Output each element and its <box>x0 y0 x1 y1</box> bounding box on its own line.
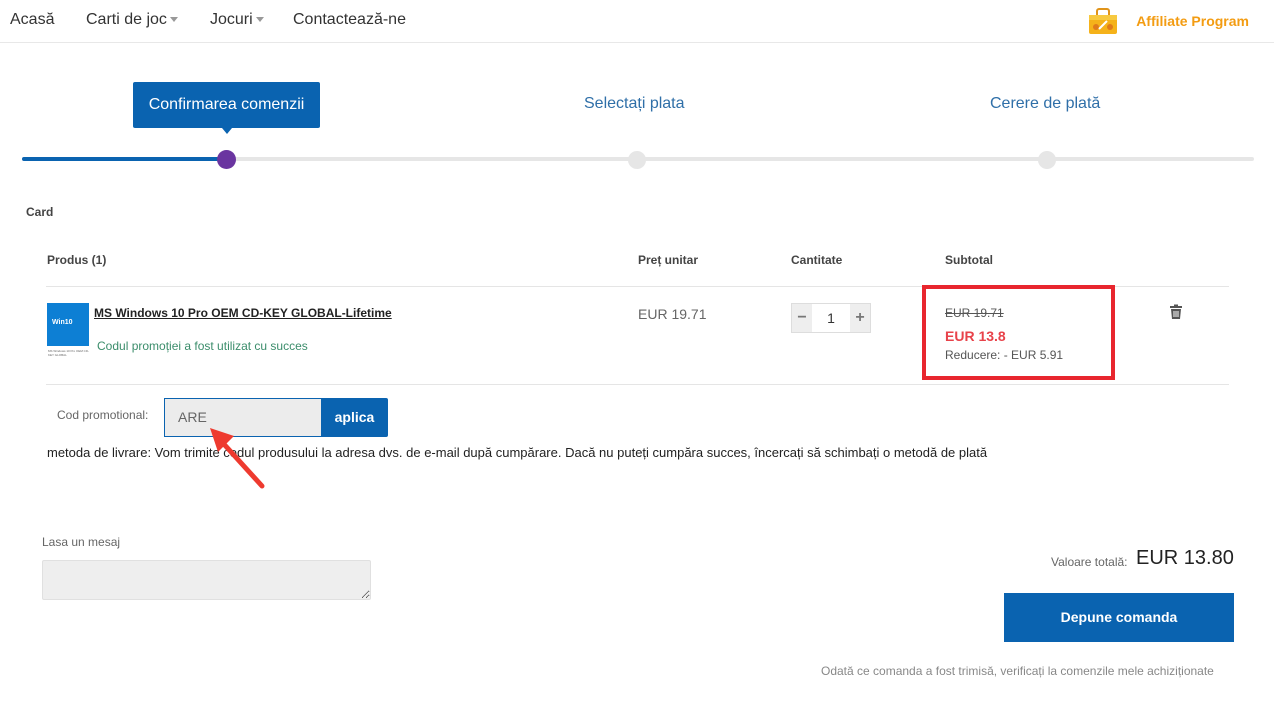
nav-item-contact[interactable]: Contactează-ne <box>293 11 406 29</box>
step-dot <box>628 151 646 169</box>
nav-item-label: Acasă <box>10 11 55 28</box>
step-dot-active <box>217 150 236 169</box>
annotation-arrow-icon <box>210 428 265 489</box>
footer-note: Odată ce comanda a fost trimisă, verific… <box>821 664 1214 678</box>
quantity-stepper: − 1 + <box>791 303 871 333</box>
column-header-subtotal: Subtotal <box>945 253 993 267</box>
promo-success-message: Codul promoției a fost utilizat cu succe… <box>97 339 308 353</box>
chevron-down-icon <box>255 17 264 23</box>
nav-item-label: Contactează-ne <box>293 11 406 28</box>
delivery-method-text: metoda de livrare: Vom trimite codul pro… <box>47 445 988 460</box>
nav-item-game-cards[interactable]: Carti de joc <box>86 11 178 29</box>
discounted-price: EUR 13.8 <box>945 328 1006 344</box>
cart-title: Card <box>26 205 54 219</box>
product-name-link[interactable]: MS Windows 10 Pro OEM CD-KEY GLOBAL-Life… <box>94 306 392 320</box>
affiliate-label: Affiliate Program <box>1136 13 1249 29</box>
step-select-payment: Selectați plata <box>584 95 685 112</box>
step-payment-request: Cerere de plată <box>990 95 1101 112</box>
promo-code-label: Cod promotional: <box>57 408 149 422</box>
unit-price: EUR 19.71 <box>638 306 707 322</box>
trash-icon[interactable] <box>1168 304 1184 320</box>
chevron-down-icon <box>169 17 178 23</box>
original-price: EUR 19.71 <box>945 306 1004 320</box>
nav-item-label: Carti de joc <box>86 11 167 28</box>
nav-item-label: Jocuri <box>210 11 253 28</box>
divider <box>46 384 1229 385</box>
message-textarea[interactable] <box>42 560 371 600</box>
step-dot <box>1038 151 1056 169</box>
message-label: Lasa un mesaj <box>42 535 121 549</box>
gift-bag-icon <box>1089 8 1118 34</box>
thumbnail-label: Win10 <box>47 303 89 346</box>
nav-item-games[interactable]: Jocuri <box>210 11 264 29</box>
thumbnail-caption: MS Windows 10 Pro OEM CD-KEY GLOBAL <box>48 349 90 357</box>
apply-promo-button[interactable]: aplica <box>321 398 388 437</box>
quantity-input[interactable]: 1 <box>812 304 850 332</box>
total-label: Valoare totală: <box>1051 555 1128 569</box>
product-thumbnail[interactable]: Win10 MS Windows 10 Pro OEM CD-KEY GLOBA… <box>47 303 89 359</box>
quantity-increase-button[interactable]: + <box>850 304 870 332</box>
step-confirm-order: Confirmarea comenzii <box>133 82 320 134</box>
column-header-unit-price: Preț unitar <box>638 253 699 267</box>
nav-item-home[interactable]: Acasă <box>10 11 54 29</box>
affiliate-program-link[interactable]: Affiliate Program <box>1086 7 1249 35</box>
top-nav: Acasă Carti de joc Jocuri Contactează-ne… <box>0 0 1274 43</box>
column-header-quantity: Cantitate <box>791 253 843 267</box>
discount-amount: Reducere: - EUR 5.91 <box>945 348 1064 362</box>
total-value: EUR 13.80 <box>1136 547 1234 569</box>
progress-fill <box>22 157 227 161</box>
submit-order-button[interactable]: Depune comanda <box>1004 593 1234 642</box>
column-header-product: Produs (1) <box>47 253 107 267</box>
quantity-decrease-button[interactable]: − <box>792 304 812 332</box>
